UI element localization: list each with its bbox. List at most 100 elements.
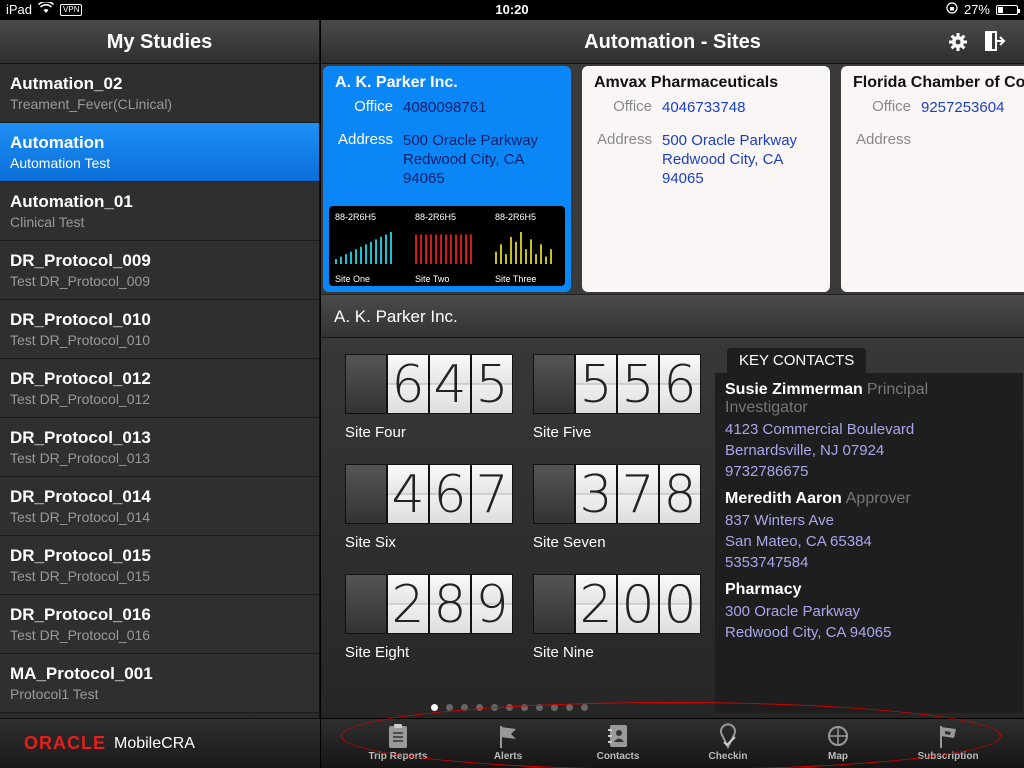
counter-label: Site Nine (533, 644, 594, 661)
study-item[interactable]: DR_Protocol_012 Test DR_Protocol_012 (0, 359, 319, 418)
tab-trip-reports[interactable]: Trip Reports (348, 723, 448, 762)
sites-header: Automation - Sites (321, 20, 1024, 64)
page-dot[interactable] (476, 704, 483, 711)
page-dot[interactable] (446, 704, 453, 711)
counter-label: Site Four (345, 424, 406, 441)
study-item[interactable]: DR_Protocol_016 Test DR_Protocol_016 (0, 595, 319, 654)
page-dot[interactable] (521, 704, 528, 711)
site-address[interactable]: 500 Oracle Parkway Redwood City, CA 9406… (662, 131, 797, 188)
contact-detail-line[interactable]: 4123 Commercial Boulevard (725, 421, 1013, 438)
mini-bar (445, 234, 447, 264)
study-item[interactable]: Automation Automation Test (0, 123, 319, 182)
counter-label: Site Five (533, 424, 592, 441)
contact-detail-line[interactable]: Redwood City, CA 94065 (725, 624, 1013, 641)
mini-bar (345, 254, 347, 264)
address-book-icon (568, 723, 668, 749)
study-subtitle: Treament_Fever(CLinical) (10, 96, 173, 112)
site-counter: 5 5 6 Site Five (533, 354, 703, 441)
tab-alerts[interactable]: Alerts (458, 723, 558, 762)
flip-counter: 5 5 6 (533, 354, 703, 415)
mini-bar (335, 259, 337, 264)
page-dot[interactable] (536, 704, 543, 711)
crosshair-icon (788, 723, 888, 749)
flag-icon (458, 723, 558, 749)
page-dot[interactable] (491, 704, 498, 711)
tab-map[interactable]: Map (788, 723, 888, 762)
study-item[interactable]: DR_Protocol_010 Test DR_Protocol_010 (0, 300, 319, 359)
mini-bar (455, 234, 457, 264)
study-title: DR_Protocol_016 (10, 605, 151, 624)
tab-contacts[interactable]: Contacts (568, 723, 668, 762)
counter-blank-digit (345, 574, 387, 634)
contact-detail-line[interactable]: San Mateo, CA 65384 (725, 533, 1013, 550)
page-dot[interactable] (566, 704, 573, 711)
study-item[interactable]: DR_Protocol_014 Test DR_Protocol_014 (0, 477, 319, 536)
logout-icon[interactable] (984, 30, 1008, 54)
site-card[interactable]: Amvax Pharmaceuticals Office 4046733748 … (582, 66, 830, 292)
office-phone[interactable]: 4046733748 (662, 98, 745, 117)
mini-bar (425, 234, 427, 264)
study-item[interactable]: DR_Protocol_013 Test DR_Protocol_013 (0, 418, 319, 477)
mini-bar (360, 246, 362, 264)
contact-entry[interactable]: Meredith Aaron Approver 837 Winters Ave San… (725, 490, 1013, 571)
contact-entry[interactable]: Pharmacy 300 Oracle Parkway Redwood City, … (725, 581, 1013, 641)
mini-bar (375, 239, 377, 264)
site-name: A. K. Parker Inc. (335, 74, 458, 91)
oracle-logo: ORACLE (24, 733, 106, 753)
counter-digit: 6 (387, 354, 429, 415)
product-name: MobileCRA (114, 734, 195, 752)
study-item[interactable]: Automation_01 Clinical Test (0, 182, 319, 241)
mini-bar (355, 249, 357, 264)
page-dot[interactable] (461, 704, 468, 711)
study-item[interactable]: DR_Protocol_009 Test DR_Protocol_009 (0, 241, 319, 300)
mini-bar (500, 244, 502, 264)
study-item[interactable]: Autmation_02 Treament_Fever(CLinical) (0, 64, 319, 123)
contact-detail-line[interactable]: 9732786675 (725, 463, 1013, 480)
office-phone[interactable]: 9257253604 (921, 98, 1004, 117)
mini-bar (520, 232, 522, 264)
address-label: Address (596, 131, 652, 148)
contact-detail-line[interactable]: 5353747584 (725, 554, 1013, 571)
battery-icon (996, 4, 1020, 15)
mini-bar (435, 234, 437, 264)
tab-checkin[interactable]: Checkin (678, 723, 778, 762)
site-name: Amvax Pharmaceuticals (594, 74, 779, 91)
mini-bar (450, 234, 452, 264)
contact-entry[interactable]: Susie Zimmerman Principal Investigator 412… (725, 381, 1013, 480)
status-time: 10:20 (495, 2, 529, 17)
contact-detail-line[interactable]: Bernardsville, NJ 07924 (725, 442, 1013, 459)
mini-bar (415, 234, 417, 264)
page-indicator[interactable] (431, 704, 588, 711)
mini-chart: 88-2R6H5 Site Two (409, 206, 489, 286)
study-item[interactable]: DR_Protocol_015 Test DR_Protocol_015 (0, 536, 319, 595)
mini-bar (510, 236, 512, 264)
counter-blank-digit (533, 574, 575, 634)
counter-blank-digit (533, 354, 575, 414)
tab-label: Checkin (708, 751, 748, 762)
counter-digit: 8 (659, 464, 701, 525)
contact-detail-line[interactable]: 837 Winters Ave (725, 512, 1013, 529)
mini-bar (505, 254, 507, 264)
office-phone[interactable]: 4080098761 (403, 98, 486, 117)
office-label: Office (613, 98, 652, 115)
page-dot[interactable] (506, 704, 513, 711)
site-mini-charts: 88-2R6H5 Site One 88-2R6H5 Site Two 88-2… (329, 206, 565, 286)
counter-digit: 3 (575, 464, 617, 525)
flip-counter: 3 7 8 (533, 464, 703, 525)
site-cards-carousel[interactable]: A. K. Parker Inc. Office 4080098761 Addr… (321, 64, 1024, 294)
page-dot[interactable] (581, 704, 588, 711)
site-card[interactable]: A. K. Parker Inc. Office 4080098761 Addr… (323, 66, 571, 292)
page-dot[interactable] (431, 704, 438, 711)
mini-bar (465, 234, 467, 264)
address-line: Redwood City, CA (403, 151, 525, 168)
site-address[interactable]: 500 Oracle Parkway Redwood City, CA 9406… (403, 131, 538, 188)
tab-subscription[interactable]: Subscription (898, 723, 998, 762)
page-dot[interactable] (551, 704, 558, 711)
study-item[interactable]: MA_Protocol_001 Protocol1 Test (0, 654, 319, 713)
mini-bar (430, 234, 432, 264)
gear-icon[interactable] (948, 30, 972, 54)
counter-label: Site Eight (345, 644, 410, 661)
contact-detail-line[interactable]: 300 Oracle Parkway (725, 603, 1013, 620)
counter-digit: 6 (659, 354, 701, 415)
site-card[interactable]: Florida Chamber of Com Office 9257253604… (841, 66, 1024, 292)
